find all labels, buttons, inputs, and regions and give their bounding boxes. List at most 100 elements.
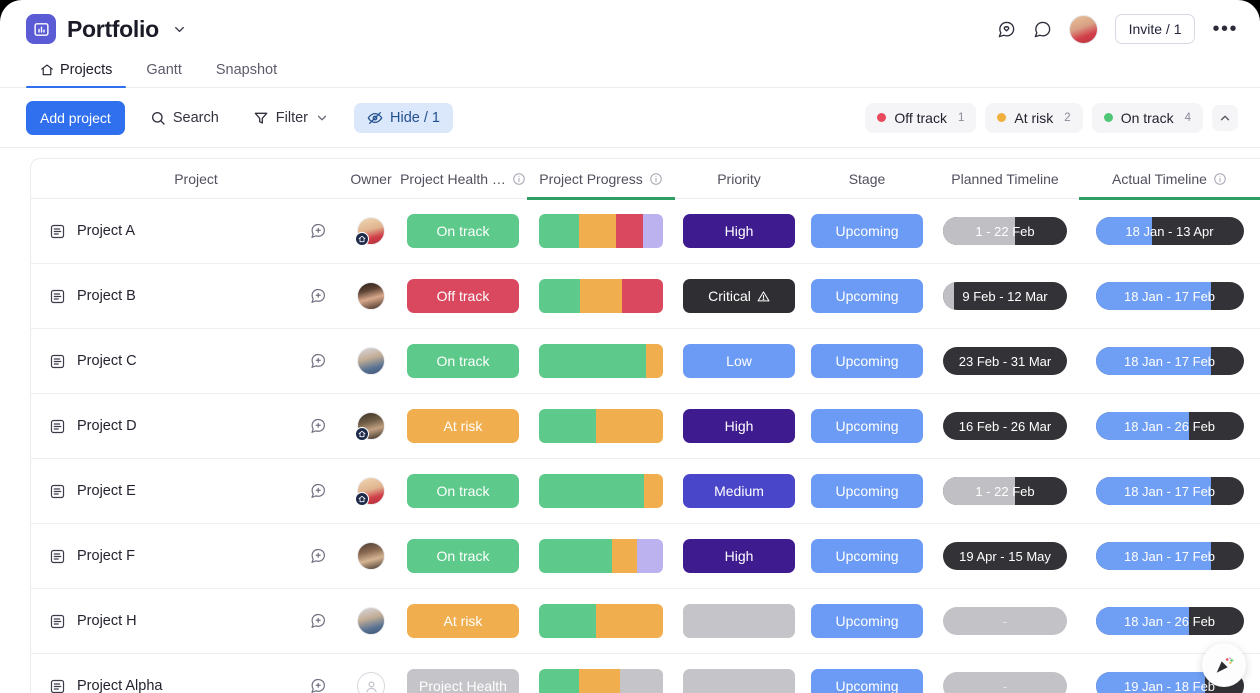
status-chip-off-track[interactable]: Off track 1 [865,102,977,133]
actual-timeline-bar[interactable]: 18 Jan - 26 Feb [1095,607,1244,635]
person-placeholder-icon[interactable] [357,672,385,693]
column-header-stage[interactable]: Stage [803,159,931,199]
priority-badge[interactable]: Critical [683,279,795,313]
progress-bar[interactable] [539,604,663,638]
add-comment-icon[interactable] [309,612,327,630]
cell-owner[interactable] [343,199,399,263]
priority-badge[interactable]: Medium [683,474,795,508]
avatar[interactable] [357,347,385,375]
avatar[interactable] [357,542,385,570]
more-options-icon[interactable]: ••• [1212,19,1238,39]
cell-planned-timeline[interactable]: 1 - 22 Feb [931,459,1079,523]
cell-actual-timeline[interactable]: 18 Jan - 17 Feb [1079,264,1260,328]
actual-timeline-bar[interactable]: 18 Jan - 26 Feb [1095,412,1244,440]
column-header-priority[interactable]: Priority [675,159,803,199]
planned-timeline-bar[interactable]: 16 Feb - 26 Mar [943,412,1067,440]
planned-timeline-bar[interactable]: - [943,672,1067,693]
cell-project-health[interactable]: At risk [399,589,527,653]
cell-project-health[interactable]: On track [399,524,527,588]
avatar[interactable] [355,477,385,506]
cell-stage[interactable]: Upcoming [803,459,931,523]
priority-badge[interactable] [683,604,795,638]
cell-comment[interactable] [293,654,343,693]
health-badge[interactable]: On track [407,344,519,378]
cell-planned-timeline[interactable]: 9 Feb - 12 Mar [931,264,1079,328]
status-chip-at-risk[interactable]: At risk 2 [985,102,1083,133]
cell-owner[interactable] [343,264,399,328]
cell-project-health[interactable]: On track [399,459,527,523]
cell-project-progress[interactable] [527,264,675,328]
planned-timeline-bar[interactable]: 1 - 22 Feb [943,477,1067,505]
cell-planned-timeline[interactable]: 23 Feb - 31 Mar [931,329,1079,393]
cell-project-health[interactable]: Project Health [399,654,527,693]
planned-timeline-bar[interactable]: 19 Apr - 15 May [943,542,1067,570]
table-row[interactable]: Project C On track Low Upcoming 23 Feb - 31 … [31,329,1260,394]
progress-bar[interactable] [539,214,663,248]
priority-badge[interactable]: High [683,539,795,573]
table-row[interactable]: Project A On track High Upcoming 1 - 22 Feb 1… [31,199,1260,264]
progress-bar[interactable] [539,279,663,313]
stage-badge[interactable]: Upcoming [811,344,923,378]
cell-comment[interactable] [293,459,343,523]
cell-owner[interactable] [343,394,399,458]
tab-projects[interactable]: Projects [26,62,127,88]
cell-project-progress[interactable] [527,394,675,458]
cell-project-name[interactable]: Project D [31,394,293,458]
actual-timeline-bar[interactable]: 18 Jan - 17 Feb [1095,282,1244,310]
health-badge[interactable]: Off track [407,279,519,313]
actual-timeline-bar[interactable]: 18 Jan - 17 Feb [1095,542,1244,570]
cell-planned-timeline[interactable]: - [931,589,1079,653]
cell-project-progress[interactable] [527,524,675,588]
table-row[interactable]: Project B Off track Critical Upcoming 9 Feb … [31,264,1260,329]
avatar[interactable] [357,607,385,635]
hide-button[interactable]: Hide / 1 [354,102,453,133]
priority-badge[interactable]: Low [683,344,795,378]
stage-badge[interactable]: Upcoming [811,279,923,313]
cell-project-name[interactable]: Project Alpha [31,654,293,693]
cell-project-progress[interactable] [527,654,675,693]
add-comment-icon[interactable] [309,677,327,693]
cell-priority[interactable]: High [675,394,803,458]
invite-button[interactable]: Invite / 1 [1114,14,1196,44]
cell-actual-timeline[interactable]: 18 Jan - 26 Feb [1079,394,1260,458]
add-comment-icon[interactable] [309,482,327,500]
cell-project-name[interactable]: Project F [31,524,293,588]
cell-project-progress[interactable] [527,199,675,263]
cell-project-progress[interactable] [527,459,675,523]
cell-actual-timeline[interactable]: 18 Jan - 13 Apr [1079,199,1260,263]
collapse-chips-button[interactable] [1212,104,1238,131]
cell-comment[interactable] [293,589,343,653]
table-row[interactable]: Project D At risk High Upcoming 16 Feb - 26 … [31,394,1260,459]
column-header-owner[interactable]: Owner [343,159,399,199]
cell-project-health[interactable]: On track [399,329,527,393]
planned-timeline-bar[interactable]: 1 - 22 Feb [943,217,1067,245]
priority-badge[interactable] [683,669,795,693]
planned-timeline-bar[interactable]: 23 Feb - 31 Mar [943,347,1067,375]
confetti-icon[interactable] [1202,643,1246,687]
column-header-project-health[interactable]: Project Health … [399,159,527,199]
cell-comment[interactable] [293,199,343,263]
cell-stage[interactable]: Upcoming [803,654,931,693]
stage-badge[interactable]: Upcoming [811,604,923,638]
cell-actual-timeline[interactable]: 18 Jan - 17 Feb [1079,524,1260,588]
cell-project-health[interactable]: Off track [399,264,527,328]
cell-planned-timeline[interactable]: 16 Feb - 26 Mar [931,394,1079,458]
stage-badge[interactable]: Upcoming [811,539,923,573]
progress-bar[interactable] [539,669,663,693]
cell-priority[interactable] [675,654,803,693]
cell-comment[interactable] [293,329,343,393]
priority-badge[interactable]: High [683,214,795,248]
cell-priority[interactable] [675,589,803,653]
stage-badge[interactable]: Upcoming [811,474,923,508]
health-badge[interactable]: On track [407,539,519,573]
column-header-project-progress[interactable]: Project Progress [527,159,675,200]
avatar[interactable] [355,217,385,246]
cell-stage[interactable]: Upcoming [803,589,931,653]
tab-snapshot[interactable]: Snapshot [202,62,291,87]
cell-priority[interactable]: High [675,524,803,588]
cell-project-name[interactable]: Project C [31,329,293,393]
cell-project-name[interactable]: Project E [31,459,293,523]
stage-badge[interactable]: Upcoming [811,409,923,443]
comment-icon[interactable] [1033,20,1052,39]
search-button[interactable]: Search [141,103,228,133]
